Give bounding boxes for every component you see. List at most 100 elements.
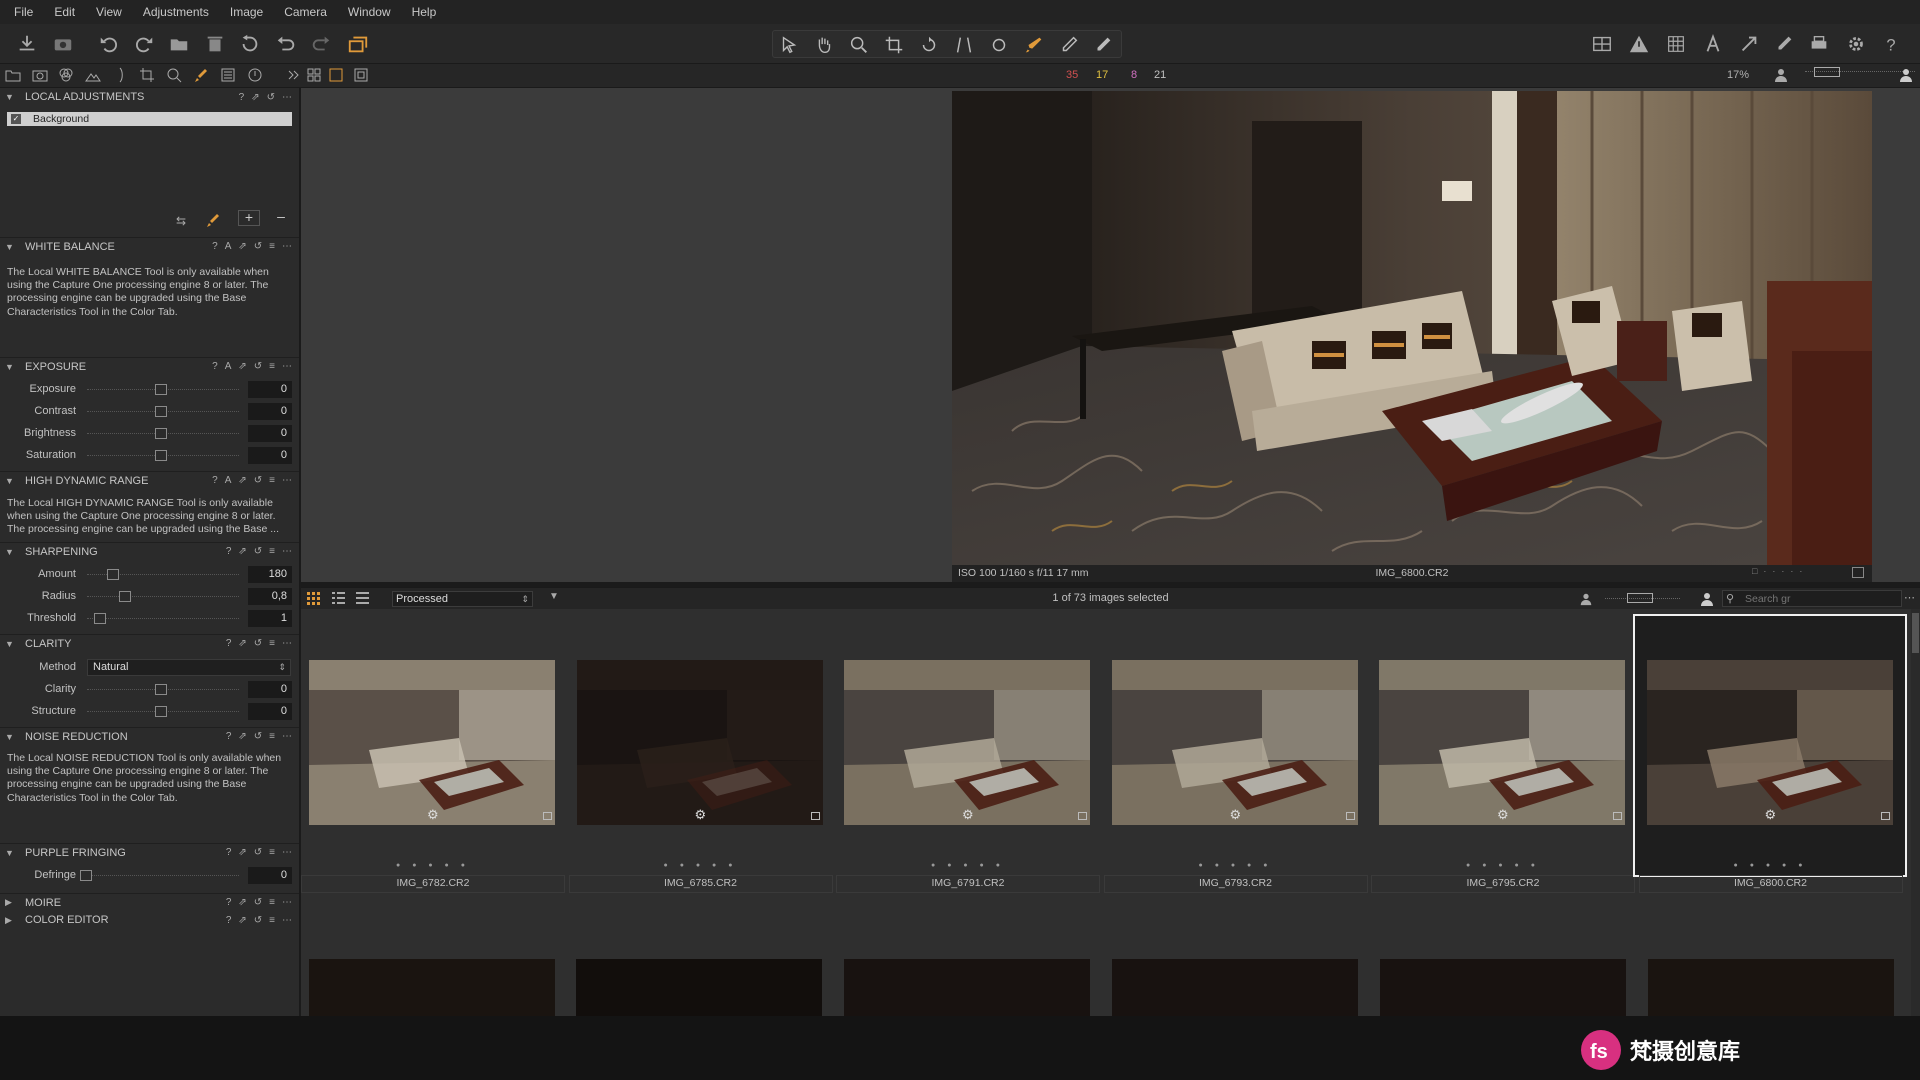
thumbnail-image[interactable]: ⚙ (1379, 660, 1625, 825)
menu-icon[interactable]: ≡ (269, 897, 275, 908)
slider-track[interactable] (87, 875, 239, 876)
collapse-arrow-icon[interactable]: ▼ (5, 242, 15, 252)
thumbnail-row2-5[interactable] (1380, 959, 1626, 1016)
processing-gear-icon[interactable]: ⚙ (695, 807, 707, 823)
slider-thumb[interactable] (155, 406, 167, 417)
reset-icon[interactable]: ↺ (254, 847, 262, 858)
proof-icon[interactable] (1737, 32, 1761, 56)
menu-file[interactable]: File (14, 5, 33, 19)
hdr-header[interactable]: ▼ HIGH DYNAMIC RANGE ? A ⇗ ↺ ≡ ⋯ (0, 471, 299, 489)
user-icon[interactable] (1773, 67, 1791, 85)
reset-icon[interactable]: ↺ (254, 897, 262, 908)
menu-icon[interactable]: ≡ (269, 546, 275, 557)
add-layer-button[interactable]: + (238, 210, 260, 226)
zoom-slider-thumb[interactable] (1814, 67, 1840, 77)
exposure-tab-icon[interactable] (85, 67, 103, 85)
brush-mask-icon[interactable] (1022, 33, 1046, 57)
capture-tab-icon[interactable] (32, 67, 50, 85)
collapse-arrow-icon[interactable]: ▼ (5, 476, 15, 486)
all-count[interactable]: 21 (1154, 69, 1166, 81)
menu-icon[interactable]: ≡ (269, 475, 275, 486)
thumbnail-image[interactable]: ⚙ (1111, 660, 1358, 825)
processing-gear-icon[interactable]: ⚙ (427, 807, 439, 823)
print-icon[interactable] (1807, 32, 1831, 56)
thumb-tag-icon[interactable] (543, 812, 552, 820)
import-icon[interactable] (15, 32, 39, 56)
slider-thumb[interactable] (155, 428, 167, 439)
thumb-rating-stars[interactable]: ● ● ● ● ● (836, 862, 1100, 869)
auto-icon[interactable]: A (225, 361, 232, 372)
slider-value[interactable]: 0 (248, 681, 292, 698)
pin-icon[interactable]: ⇗ (238, 731, 246, 742)
help-icon[interactable]: ? (1879, 32, 1903, 56)
zoom-icon[interactable] (847, 33, 871, 57)
camera-icon[interactable] (51, 32, 75, 56)
reset-icon[interactable]: ↺ (254, 546, 262, 557)
menu-camera[interactable]: Camera (284, 5, 327, 19)
pin-icon[interactable]: ⇗ (238, 241, 246, 252)
viewer-rating-stars[interactable]: □····· (1752, 566, 1808, 576)
thumbnail-image[interactable]: ⚙ (576, 660, 823, 825)
thumb-rating-stars[interactable]: ● ● ● ● ● (1371, 862, 1635, 869)
crop-icon[interactable] (882, 33, 906, 57)
local-adjustments-header[interactable]: ▼ LOCAL ADJUSTMENTS ? ⇗ ↺ ⋯ (0, 88, 299, 106)
layer-checkbox[interactable]: ✓ (11, 114, 21, 124)
help-icon[interactable]: ? (212, 361, 218, 372)
edit-icon[interactable] (1772, 32, 1796, 56)
output-tab-icon[interactable] (247, 67, 265, 85)
collapse-arrow-icon[interactable]: ▼ (5, 547, 15, 557)
thumb-tag-icon[interactable] (1613, 812, 1622, 820)
keystone-icon[interactable] (952, 33, 976, 57)
reset-icon[interactable]: ↺ (254, 241, 262, 252)
more-icon[interactable]: ⋯ (282, 638, 292, 649)
processing-gear-icon[interactable]: ⚙ (962, 807, 974, 823)
thumb-tag-icon[interactable] (1078, 812, 1087, 820)
color-editor-header[interactable]: ▶ COLOR EDITOR ? ⇗ ↺ ≡ ⋯ (0, 911, 299, 929)
auto-icon[interactable]: A (225, 241, 232, 252)
pink-tag-count[interactable]: 8 (1131, 69, 1137, 81)
thumbnail-row2-3[interactable] (844, 959, 1090, 1016)
zoom-max-icon[interactable] (1898, 67, 1916, 85)
reset-icon[interactable]: ↺ (254, 638, 262, 649)
pan-hand-icon[interactable] (812, 33, 836, 57)
sharpening-header[interactable]: ▼ SHARPENING ? ⇗ ↺ ≡ ⋯ (0, 542, 299, 560)
more-icon[interactable]: ⋯ (282, 915, 292, 926)
slider-value[interactable]: 0 (248, 703, 292, 720)
grid-icon[interactable] (1590, 32, 1614, 56)
redo-step-icon[interactable] (309, 32, 333, 56)
moire-header[interactable]: ▶ MOIRE ? ⇗ ↺ ≡ ⋯ (0, 893, 299, 911)
yellow-tag-count[interactable]: 17 (1096, 69, 1108, 81)
thumb-rating-stars[interactable]: ● ● ● ● ● (301, 862, 565, 869)
search-field[interactable]: ⚲ (1722, 590, 1902, 607)
undo-icon[interactable] (97, 32, 121, 56)
auto-icon[interactable]: A (225, 475, 232, 486)
rotate-icon[interactable] (917, 33, 941, 57)
collapse-arrow-icon[interactable]: ▼ (5, 639, 15, 649)
reset-icon[interactable]: ↺ (267, 92, 275, 103)
thumbnail-image[interactable]: ⚙ (309, 660, 555, 825)
browser-scrollbar[interactable] (1911, 609, 1920, 1016)
pin-icon[interactable]: ⇗ (238, 915, 246, 926)
reset-icon[interactable]: ↺ (254, 731, 262, 742)
settings-gear-icon[interactable] (1844, 32, 1868, 56)
clarity-header[interactable]: ▼ CLARITY ? ⇗ ↺ ≡ ⋯ (0, 634, 299, 652)
menu-icon[interactable]: ≡ (269, 638, 275, 649)
browser-more-icon[interactable]: ⋯ (1904, 591, 1915, 604)
collapse-arrow-icon[interactable]: ▼ (5, 92, 15, 102)
text-overlay-icon[interactable] (1701, 32, 1725, 56)
thumb-size-thumb[interactable] (1627, 593, 1653, 603)
library-tab-icon[interactable] (5, 67, 23, 85)
help-icon[interactable]: ? (212, 241, 218, 252)
help-icon[interactable]: ? (226, 847, 232, 858)
menu-icon[interactable]: ≡ (269, 361, 275, 372)
slider-track[interactable] (87, 618, 239, 619)
white-balance-header[interactable]: ▼ WHITE BALANCE ? A ⇗ ↺ ≡ ⋯ (0, 237, 299, 255)
single-view-icon[interactable] (328, 67, 346, 85)
pin-icon[interactable]: ⇗ (238, 546, 246, 557)
slider-thumb[interactable] (80, 870, 92, 881)
more-tabs-icon[interactable] (286, 67, 304, 85)
more-icon[interactable]: ⋯ (282, 847, 292, 858)
exposure-warning-icon[interactable] (1627, 32, 1651, 56)
pin-icon[interactable]: ⇗ (238, 475, 246, 486)
reset-icon[interactable]: ↺ (254, 475, 262, 486)
